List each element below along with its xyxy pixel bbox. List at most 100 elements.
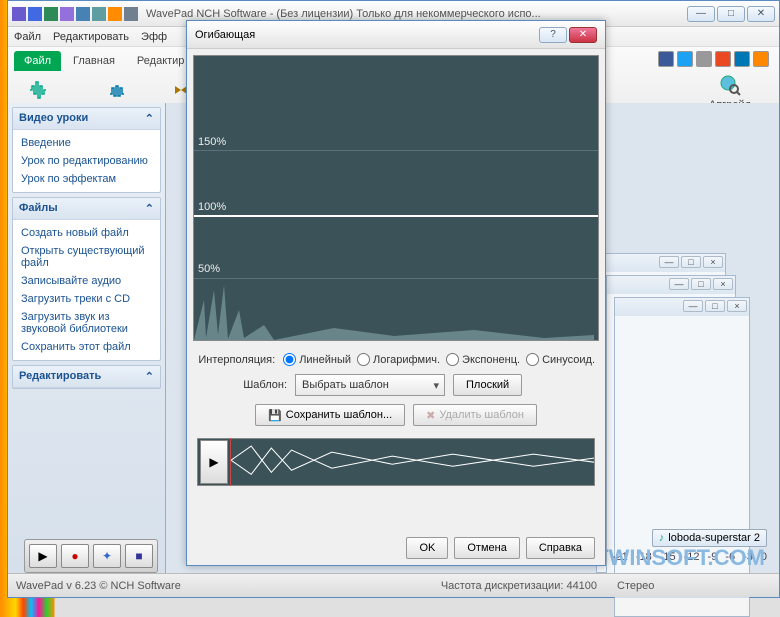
dialog-controls-area: Интерполяция: Линейный Логарифмич. Экспо… (187, 347, 605, 432)
delete-template-button: ✖Удалить шаблон (413, 404, 537, 426)
sidebar-link[interactable]: Загрузить звук из звуковой библиотеки (13, 308, 160, 338)
qat-icon-6[interactable] (92, 7, 106, 21)
minimize-button[interactable]: — (687, 6, 715, 22)
preview-waveform: ▶ (197, 438, 595, 486)
preview-play-button[interactable]: ▶ (200, 440, 228, 484)
sidebar-section-video: Видео уроки⌃ Введение Урок по редактиров… (12, 107, 161, 193)
facebook-icon[interactable] (658, 51, 674, 67)
qat-icon-2[interactable] (28, 7, 42, 21)
radio-log[interactable]: Логарифмич. (357, 353, 440, 366)
tab-file[interactable]: Файл (14, 51, 61, 71)
close-button[interactable]: ✕ (747, 6, 775, 22)
collapse-icon: ⌃ (145, 202, 154, 215)
preview-wave-body[interactable] (230, 438, 594, 485)
stumble-icon[interactable] (715, 51, 731, 67)
menu-effects[interactable]: Эфф (141, 31, 167, 43)
twitter-icon[interactable] (677, 51, 693, 67)
template-label: Шаблон: (197, 379, 287, 391)
qat-icon-3[interactable] (44, 7, 58, 21)
statusbar: WavePad v 6.23 © NCH Software Частота ди… (8, 573, 779, 597)
panel-min-icon[interactable]: — (659, 256, 679, 268)
dialog-help-button[interactable]: ? (539, 27, 567, 43)
panel-close-icon[interactable]: × (727, 300, 747, 312)
waveform-preview (194, 280, 594, 340)
panel-close-icon[interactable]: × (703, 256, 723, 268)
ok-button[interactable]: OK (406, 537, 448, 559)
grid-label: 100% (198, 201, 226, 213)
maximize-button[interactable]: □ (717, 6, 745, 22)
envelope-canvas[interactable]: 150% 100% 50% (193, 55, 599, 341)
panel-max-icon[interactable]: □ (691, 278, 711, 290)
panel-max-icon[interactable]: □ (705, 300, 725, 312)
template-row: Шаблон: Выбрать шаблон Плоский (197, 374, 595, 396)
dialog-footer: OK Отмена Справка (396, 531, 605, 565)
sidebar-section-edit: Редактировать⌃ (12, 365, 161, 389)
sidebar-link[interactable]: Введение (13, 134, 160, 152)
interpolation-row: Интерполяция: Линейный Логарифмич. Экспо… (197, 353, 595, 366)
section-header[interactable]: Видео уроки⌃ (13, 108, 160, 130)
help-button[interactable]: Справка (526, 537, 595, 559)
status-mode: Стерео (617, 580, 654, 592)
rss-icon[interactable] (753, 51, 769, 67)
panel-close-icon[interactable]: × (713, 278, 733, 290)
template-buttons: 💾Сохранить шаблон... ✖Удалить шаблон (197, 404, 595, 426)
interp-radio-group: Линейный Логарифмич. Экспоненц. Синусоид… (283, 353, 595, 366)
file-tab-label: loboda-superstar 2 (668, 532, 760, 544)
template-dropdown[interactable]: Выбрать шаблон (295, 374, 445, 396)
qat-icon-7[interactable] (108, 7, 122, 21)
section-header[interactable]: Редактировать⌃ (13, 366, 160, 388)
menu-file[interactable]: Файл (14, 31, 41, 43)
stop-button[interactable]: ■ (125, 544, 153, 568)
dialog-controls: ? ✕ (539, 27, 597, 43)
grid-label: 150% (198, 136, 226, 148)
plus-icon[interactable] (696, 51, 712, 67)
cancel-button[interactable]: Отмена (454, 537, 519, 559)
panel-min-icon[interactable]: — (683, 300, 703, 312)
panel-min-icon[interactable]: — (669, 278, 689, 290)
dialog-close-button[interactable]: ✕ (569, 27, 597, 43)
sidebar-link[interactable]: Открыть существующий файл (13, 242, 160, 272)
qat-icon-4[interactable] (60, 7, 74, 21)
collapse-icon: ⌃ (145, 370, 154, 383)
interp-label: Интерполяция: (197, 354, 275, 366)
delete-icon: ✖ (426, 409, 435, 422)
scrub-button[interactable]: ✦ (93, 544, 121, 568)
sidebar-link[interactable]: Урок по редактированию (13, 152, 160, 170)
window-controls: — □ ✕ (687, 6, 775, 22)
normalize-icon (107, 80, 127, 100)
section-header[interactable]: Файлы⌃ (13, 198, 160, 220)
panel-max-icon[interactable]: □ (681, 256, 701, 268)
save-icon: 💾 (268, 409, 282, 422)
dialog-title-text: Огибающая (195, 29, 255, 41)
section-links: Введение Урок по редактированию Урок по … (13, 130, 160, 192)
radio-linear[interactable]: Линейный (283, 353, 351, 366)
radio-sin[interactable]: Синусоид. (526, 353, 595, 366)
amplify-icon (28, 80, 48, 100)
sidebar-link[interactable]: Урок по эффектам (13, 170, 160, 188)
qat-icon-5[interactable] (76, 7, 90, 21)
linkedin-icon[interactable] (734, 51, 750, 67)
tab-home[interactable]: Главная (63, 51, 125, 71)
sidebar-link[interactable]: Сохранить этот файл (13, 338, 160, 356)
save-template-button[interactable]: 💾Сохранить шаблон... (255, 404, 405, 426)
envelope-dialog: Огибающая ? ✕ 150% 100% 50% Интерполяция… (186, 20, 606, 566)
grid-label: 50% (198, 263, 220, 275)
record-button[interactable]: ● (61, 544, 89, 568)
section-links: Создать новый файл Открыть существующий … (13, 220, 160, 360)
menu-edit[interactable]: Редактировать (53, 31, 129, 43)
radio-exp[interactable]: Экспоненц. (446, 353, 520, 366)
sidebar-link[interactable]: Создать новый файл (13, 224, 160, 242)
quick-access-toolbar (12, 7, 138, 21)
sidebar-link[interactable]: Загрузить треки с CD (13, 290, 160, 308)
play-button[interactable]: ▶ (29, 544, 57, 568)
social-icons (658, 51, 769, 67)
dialog-titlebar: Огибающая ? ✕ (187, 21, 605, 49)
flat-button[interactable]: Плоский (453, 374, 522, 396)
status-rate: Частота дискретизации: 44100 (441, 580, 597, 592)
qat-icon-8[interactable] (124, 7, 138, 21)
collapse-icon: ⌃ (145, 112, 154, 125)
transport-controls: ▶ ● ✦ ■ (24, 539, 158, 573)
qat-icon-1[interactable] (12, 7, 26, 21)
tab-edit[interactable]: Редактир (127, 51, 195, 71)
sidebar-link[interactable]: Записывайте аудио (13, 272, 160, 290)
